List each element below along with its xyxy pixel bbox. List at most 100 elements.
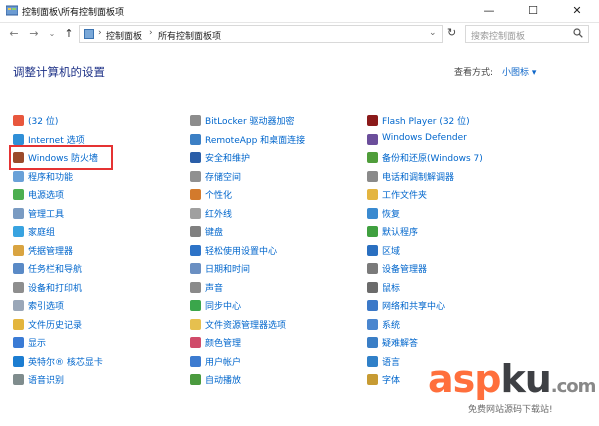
- refresh-icon[interactable]: ↻: [447, 26, 456, 39]
- search-placeholder: 搜索控制面板: [471, 32, 526, 42]
- firewall-highlight-box: [9, 145, 113, 170]
- flag-icon: [190, 152, 201, 163]
- watermark-subtitle: 免费网站源码下载站!: [468, 405, 553, 415]
- user-icon: [190, 355, 201, 367]
- sound-icon: [190, 281, 201, 293]
- item-label: BitLocker 驱动器加密: [205, 117, 295, 127]
- search-input[interactable]: 搜索控制面板: [465, 25, 589, 43]
- color-icon: [190, 337, 201, 348]
- page-title: 调整计算机的设置: [13, 65, 105, 79]
- item-label: 声音: [205, 283, 224, 294]
- forward-arrow-icon[interactable]: →: [26, 26, 42, 42]
- window-title: 控制面板\所有控制面板项: [22, 8, 125, 18]
- autoplay-icon: [190, 374, 201, 385]
- recovery-icon: [367, 207, 378, 219]
- view-by-dropdown[interactable]: 小图标 ▾: [502, 65, 536, 78]
- taskbar-icon: [13, 263, 24, 274]
- language-icon: [367, 355, 378, 367]
- item-label: Flash Player (32 位): [382, 117, 470, 127]
- item-label: 凭据管理器: [28, 246, 74, 257]
- breadcrumb-separator-icon[interactable]: ›: [149, 28, 153, 38]
- control-panel-icon: [6, 5, 18, 16]
- item-label: 索引选项: [28, 302, 65, 312]
- minimize-button[interactable]: —: [467, 0, 511, 22]
- address-dropdown-icon[interactable]: ⌄: [429, 28, 437, 38]
- address-box[interactable]: › 控制面板 › 所有控制面板项 ⌄: [79, 25, 443, 43]
- default-programs-icon: [367, 226, 378, 237]
- backup-icon: [367, 152, 378, 163]
- intel-icon: [13, 355, 24, 367]
- title-bar: 控制面板\所有控制面板项 — ☐ ✕: [0, 0, 599, 23]
- close-button[interactable]: ✕: [555, 0, 599, 22]
- system-icon: [367, 318, 378, 330]
- item-label: 自动播放: [205, 376, 242, 386]
- item-label: 同步中心: [205, 302, 242, 312]
- item-label: (32 位): [28, 117, 59, 127]
- breadcrumb-separator-icon[interactable]: ›: [98, 28, 102, 38]
- homegroup-icon: [13, 226, 24, 237]
- watermark-logo: aspku.com: [428, 357, 596, 401]
- maximize-button[interactable]: ☐: [511, 0, 555, 22]
- infrared-icon: [190, 207, 201, 219]
- work-folders-icon: [367, 189, 378, 200]
- printer-icon: [13, 281, 24, 293]
- microphone-icon: [13, 374, 24, 385]
- bitlocker-icon: [190, 115, 201, 126]
- item-label: 管理工具: [28, 209, 65, 220]
- item-label: 显示: [28, 339, 47, 349]
- file-history-icon: [13, 318, 24, 330]
- programs-icon: [13, 170, 24, 182]
- item-label: 键盘: [205, 228, 224, 238]
- item-label: 存储空间: [205, 172, 242, 183]
- breadcrumb-control-panel[interactable]: 控制面板: [106, 29, 142, 42]
- globe-icon: [13, 133, 24, 145]
- back-arrow-icon[interactable]: ←: [6, 26, 22, 42]
- item-label: 疑难解答: [382, 339, 419, 349]
- address-control-panel-icon: [84, 29, 94, 39]
- power-icon: [13, 189, 24, 200]
- breadcrumb-all-items[interactable]: 所有控制面板项: [158, 29, 221, 42]
- item-label: 轻松使用设置中心: [205, 246, 278, 257]
- storage-icon: [190, 170, 201, 182]
- item-label: 备份和还原(Windows 7): [382, 154, 483, 164]
- item-label: 安全和维护: [205, 154, 251, 164]
- keyboard-icon: [190, 226, 201, 237]
- item-label: 设备管理器: [382, 265, 428, 275]
- item-label: 电源选项: [28, 191, 65, 201]
- item-label: 程序和功能: [28, 172, 74, 183]
- item-label: 英特尔® 核芯显卡: [28, 357, 103, 368]
- display-icon: [13, 337, 24, 348]
- troubleshoot-icon: [367, 337, 378, 348]
- item-label: 恢复: [382, 209, 401, 220]
- device-manager-icon: [367, 263, 378, 274]
- admin-tools-icon: [13, 207, 24, 219]
- up-arrow-icon[interactable]: ↑: [61, 26, 77, 42]
- item-label: 区域: [382, 246, 401, 257]
- clock-icon: [190, 263, 201, 274]
- recent-chevron-down-icon[interactable]: ⌄: [44, 26, 60, 42]
- search-icon[interactable]: [573, 28, 583, 38]
- item-label: 文件历史记录: [28, 320, 83, 331]
- mouse-icon: [367, 281, 378, 293]
- index-icon: [13, 300, 24, 311]
- view-by-label: 查看方式:: [454, 68, 494, 78]
- item-label: 默认程序: [382, 228, 419, 238]
- sync-icon: [190, 300, 201, 311]
- defender-icon: [367, 133, 378, 145]
- item-label: 颜色管理: [205, 339, 242, 349]
- item-label: 语音识别: [28, 376, 65, 386]
- item-label: 家庭组: [28, 228, 56, 238]
- item-label: 日期和时间: [205, 265, 251, 275]
- personalize-icon: [190, 189, 201, 200]
- region-icon: [367, 244, 378, 256]
- item-label: 个性化: [205, 191, 233, 201]
- java-icon: [13, 115, 24, 126]
- flash-icon: [367, 115, 378, 126]
- item-label: 语言: [382, 357, 401, 368]
- item-label: 字体: [382, 376, 401, 386]
- item-label: Windows Defender: [382, 132, 467, 143]
- item-label: 工作文件夹: [382, 191, 428, 201]
- folder-options-icon: [190, 318, 201, 330]
- item-label: 设备和打印机: [28, 283, 83, 294]
- item-label: 任务栏和导航: [28, 265, 83, 275]
